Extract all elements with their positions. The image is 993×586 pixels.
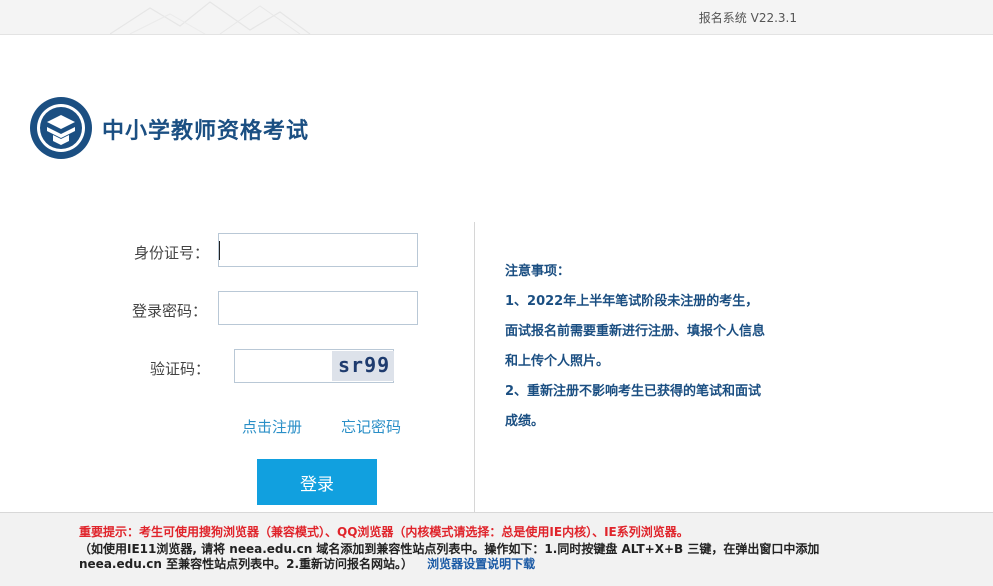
register-link[interactable]: 点击注册	[242, 416, 302, 437]
ie11-instruction-text: neea.edu.cn 至兼容性站点列表中。2.重新访问报名网站。）	[79, 557, 414, 571]
exam-logo-icon	[30, 97, 92, 159]
captcha-label: 验证码：	[150, 360, 211, 378]
login-button[interactable]: 登录	[257, 459, 377, 505]
notice-line: 面试报名前需要重新进行注册、填报个人信息	[505, 324, 766, 339]
ie11-instruction-cont: neea.edu.cn 至兼容性站点列表中。2.重新访问报名网站。） 浏览器设置说…	[79, 555, 535, 572]
browser-settings-download-link[interactable]: 浏览器设置说明下载	[427, 557, 535, 571]
notice-panel: 注意事项： 1、2022年上半年笔试阶段未注册的考生， 面试报名前需要重新进行注…	[505, 257, 825, 437]
notice-title: 注意事项：	[505, 264, 571, 279]
top-bar: 报名系统 V22.3.1	[0, 0, 993, 35]
notice-line: 1、2022年上半年笔试阶段未注册的考生，	[505, 294, 759, 309]
important-tip: 重要提示：考生可使用搜狗浏览器（兼容模式）、QQ浏览器（内核模式请选择：总是使用…	[79, 525, 689, 539]
notice-line: 和上传个人照片。	[505, 354, 610, 369]
text-caret	[219, 241, 220, 260]
vertical-divider	[474, 222, 475, 512]
password-input[interactable]	[218, 291, 418, 325]
mountain-decoration	[110, 1, 311, 34]
captcha-text: sr99	[338, 353, 391, 377]
notice-line: 2、重新注册不影响考生已获得的笔试和面试	[505, 384, 762, 399]
notice-line: 成绩。	[505, 414, 545, 429]
id-number-input[interactable]	[218, 233, 418, 267]
system-version: 报名系统 V22.3.1	[698, 11, 797, 25]
captcha-image[interactable]: sr99	[332, 351, 394, 381]
footer-tips: 重要提示：考生可使用搜狗浏览器（兼容模式）、QQ浏览器（内核模式请选择：总是使用…	[0, 512, 993, 586]
site-title: 中小学教师资格考试	[102, 119, 310, 144]
forgot-password-link[interactable]: 忘记密码	[341, 416, 401, 437]
id-number-label: 身份证号：	[134, 244, 210, 262]
password-label: 登录密码：	[132, 302, 208, 320]
